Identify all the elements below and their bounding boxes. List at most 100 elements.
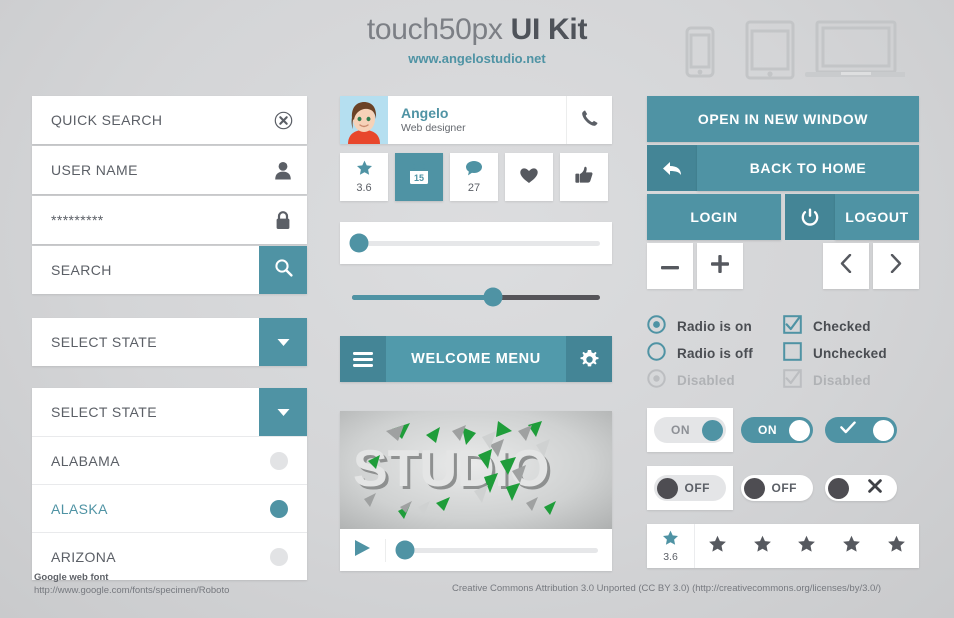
- star-icon[interactable]: [753, 535, 772, 558]
- auth-buttons-row: LOGIN LOGOUT: [647, 194, 919, 240]
- slider-card[interactable]: [340, 222, 612, 264]
- toggle-on-teal[interactable]: ON: [741, 417, 813, 443]
- video-controls: [340, 529, 612, 571]
- video-poster[interactable]: STUDIO STUDIO: [340, 411, 612, 529]
- prev-button[interactable]: [823, 243, 869, 289]
- toggle-knob[interactable]: [657, 477, 678, 499]
- checkbox-unchecked-label: Unchecked: [813, 346, 887, 361]
- page-header: touch50px UI Kit www.angelostudio.net: [0, 0, 954, 88]
- back-to-home-button[interactable]: BACK TO HOME: [697, 145, 919, 191]
- video-player[interactable]: STUDIO STUDIO: [340, 411, 612, 571]
- toggle-knob[interactable]: [789, 419, 810, 441]
- plus-button[interactable]: [697, 243, 743, 289]
- quick-search-input[interactable]: QUICK SEARCH: [32, 112, 259, 128]
- slider-thumb[interactable]: [349, 233, 369, 253]
- rating-star-button[interactable]: 3.6: [340, 153, 388, 201]
- contact-role: Web designer: [401, 121, 466, 134]
- radio-off[interactable]: Radio is off: [647, 341, 783, 366]
- checkbox-unchecked[interactable]: Unchecked: [783, 341, 919, 366]
- toggle-off-white[interactable]: OFF: [741, 475, 813, 501]
- gear-icon[interactable]: [566, 336, 612, 382]
- stepper-and-pager-row: [647, 243, 919, 289]
- list-item[interactable]: ALASKA: [32, 484, 307, 532]
- calendar-button[interactable]: 15: [395, 153, 443, 201]
- rating-bar[interactable]: 3.6: [647, 524, 919, 568]
- checkbox-unchecked-icon: [783, 341, 802, 366]
- checkbox-checked[interactable]: Checked: [783, 314, 919, 339]
- password-input[interactable]: *********: [32, 212, 259, 228]
- heart-icon: [519, 166, 539, 189]
- contact-name: Angelo: [401, 104, 449, 121]
- back-arrow-icon[interactable]: [647, 145, 697, 191]
- next-button[interactable]: [873, 243, 919, 289]
- star-icon[interactable]: [887, 535, 906, 558]
- video-progress-thumb[interactable]: [395, 540, 415, 560]
- clear-circle-icon[interactable]: [259, 96, 307, 144]
- radio-disabled: Disabled: [647, 368, 783, 393]
- chevron-down-icon[interactable]: [259, 388, 307, 436]
- rating-active-star[interactable]: 3.6: [647, 524, 695, 568]
- option-radio[interactable]: [270, 547, 288, 566]
- select-head-open[interactable]: SELECT STATE: [32, 388, 307, 436]
- select-state-open[interactable]: SELECT STATE ALABAMA ALASKA ARIZONA: [32, 388, 307, 580]
- search-icon: [274, 258, 293, 282]
- chevron-left-icon: [840, 253, 852, 278]
- toggle-knob[interactable]: [873, 419, 894, 441]
- password-field[interactable]: *********: [32, 196, 307, 244]
- toggle-off-label: OFF: [771, 481, 797, 495]
- select-state-closed[interactable]: SELECT STATE: [32, 318, 307, 366]
- search-button[interactable]: [259, 246, 307, 294]
- star-icon[interactable]: [797, 535, 816, 558]
- list-item[interactable]: ALABAMA: [32, 436, 307, 484]
- toggle-knob[interactable]: [744, 477, 765, 499]
- power-icon[interactable]: [785, 194, 835, 240]
- toggle-on-check[interactable]: [825, 417, 897, 443]
- toggle-knob[interactable]: [702, 419, 723, 441]
- radio-on[interactable]: Radio is on: [647, 314, 783, 339]
- toggle-off-card[interactable]: OFF: [647, 466, 733, 510]
- slider-bare[interactable]: [340, 286, 612, 308]
- contact-card[interactable]: Angelo Web designer: [340, 96, 612, 144]
- play-button[interactable]: [340, 538, 386, 562]
- slider-track-dark[interactable]: [352, 287, 600, 307]
- slider-fill: [352, 294, 494, 300]
- video-progress-track[interactable]: [395, 540, 598, 560]
- chevron-down-icon[interactable]: [259, 318, 307, 366]
- star-icon[interactable]: [842, 535, 861, 558]
- quick-search-field[interactable]: QUICK SEARCH: [32, 96, 307, 144]
- search-field[interactable]: SEARCH: [32, 246, 307, 294]
- checkbox-disabled: Disabled: [783, 368, 919, 393]
- phone-button[interactable]: [566, 96, 612, 144]
- footer-font-url[interactable]: http://www.google.com/fonts/specimen/Rob…: [34, 585, 229, 596]
- hamburger-icon[interactable]: [340, 336, 386, 382]
- toggle-on-light[interactable]: ON: [654, 417, 726, 443]
- radio-disabled-label: Disabled: [677, 373, 735, 388]
- logout-button[interactable]: LOGOUT: [785, 194, 919, 240]
- toggle-off-x[interactable]: [825, 475, 897, 501]
- minus-button[interactable]: [647, 243, 693, 289]
- logout-label[interactable]: LOGOUT: [835, 194, 919, 240]
- search-input[interactable]: SEARCH: [32, 262, 259, 278]
- option-radio[interactable]: [270, 451, 288, 470]
- slider-track[interactable]: [349, 233, 600, 253]
- like-button[interactable]: [560, 153, 608, 201]
- comments-button[interactable]: 27: [450, 153, 498, 201]
- select-head[interactable]: SELECT STATE: [32, 318, 307, 366]
- login-button[interactable]: LOGIN: [647, 194, 781, 240]
- star-icon[interactable]: [708, 535, 727, 558]
- open-new-window-button[interactable]: OPEN IN NEW WINDOW: [647, 96, 919, 142]
- username-field[interactable]: USER NAME: [32, 146, 307, 194]
- username-input[interactable]: USER NAME: [32, 162, 259, 178]
- favorite-button[interactable]: [505, 153, 553, 201]
- footer-license[interactable]: Creative Commons Attribution 3.0 Unporte…: [452, 583, 881, 594]
- slider-thumb[interactable]: [483, 287, 503, 307]
- toggle-knob[interactable]: [828, 477, 849, 499]
- radio-off-icon: [647, 341, 666, 366]
- toggle-on-card[interactable]: ON: [647, 408, 733, 452]
- page-title-bold: UI Kit: [510, 13, 588, 46]
- option-radio[interactable]: [270, 499, 288, 518]
- welcome-menu-bar[interactable]: WELCOME MENU: [340, 336, 612, 382]
- toggle-off-light[interactable]: OFF: [654, 475, 726, 501]
- check-icon: [840, 421, 856, 439]
- star-icon: [662, 530, 679, 551]
